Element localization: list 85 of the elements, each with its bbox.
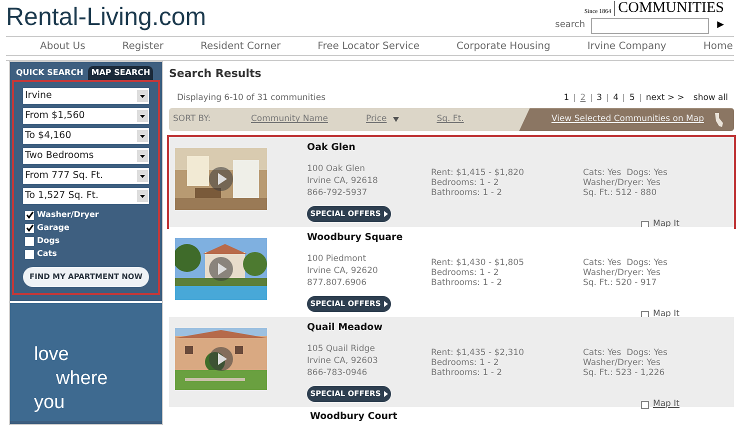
map-it-link[interactable]: Map It [653,218,680,231]
promo-banner[interactable]: love where you [10,301,162,421]
nav-link[interactable]: Free Locator Service [318,38,420,54]
map-it-link[interactable]: Map It [653,398,680,411]
results-summary: Displaying 6-10 of 31 communities [177,92,326,104]
map-it-link[interactable]: Map It [653,308,680,321]
page-link[interactable]: 1 [564,92,570,104]
nav-link[interactable]: Home [703,38,733,54]
dropdown[interactable]: From 777 Sq. Ft. [23,168,149,184]
feature-line: Cats: Yes Dogs: Yes [583,168,668,178]
play-icon[interactable] [208,256,234,282]
address-line: 105 Quail Ridge [307,342,376,354]
checkbox-label: Cats [37,248,57,260]
feature-line: Washer/Dryer: Yes [583,178,662,188]
dropdown[interactable]: Two Bedrooms [23,148,149,164]
checkbox-label: Garage [37,222,70,234]
detail-line: Bathrooms: 1 - 2 [431,278,504,288]
page-link[interactable]: 2 [580,92,586,104]
address-line: Irvine CA, 92618 [307,174,379,186]
listing-name[interactable]: Woodbury Square [307,231,431,246]
address-line: 877.807.6906 [307,276,368,288]
checkbox-label: Dogs [37,235,60,247]
nav-link[interactable]: Corporate Housing [456,38,550,54]
play-icon[interactable] [208,346,234,372]
checkbox[interactable] [25,210,34,220]
feature-line: Sq. Ft.: 512 - 880 [583,188,658,198]
nav-link[interactable]: Irvine Company [587,38,666,54]
map-link-bar[interactable]: View Selected Communities on Map [519,108,734,132]
address-line: 100 Piedmont [307,252,368,264]
detail-line: Bathrooms: 1 - 2 [431,188,504,198]
address-line: 866-792-5937 [307,186,368,198]
listing-name[interactable]: Woodbury Court [310,410,734,424]
sort-down-icon [392,117,399,122]
results-title: Search Results [169,66,262,82]
state-outline-icon [714,112,724,127]
brand-name: COMMUNITIES [614,1,724,16]
chevron-right-icon [384,390,388,396]
detail-line: Rent: $1,415 - $1,820 [431,168,525,178]
banner-text: you [34,391,66,415]
dropdown[interactable]: Irvine [23,88,149,104]
checkbox[interactable] [25,236,34,246]
next-link[interactable]: next > > [646,92,684,104]
dropdown[interactable]: To 1,527 Sq. Ft. [23,188,149,204]
listing-name[interactable]: Oak Glen [307,141,431,156]
page-link[interactable]: 3 [596,92,602,104]
sort-label: SORT BY: [173,113,212,126]
site-logo[interactable]: Rental-Living.com [6,2,206,34]
chevron-right-icon [384,300,388,306]
address-line: Irvine CA, 92620 [307,264,379,276]
banner-text: where [55,367,109,391]
page-link[interactable]: 4 [613,92,618,104]
detail-line: Bedrooms: 1 - 2 [431,358,500,368]
detail-line: Rent: $1,430 - $1,805 [431,258,525,268]
detail-line: Bathrooms: 1 - 2 [431,368,504,378]
nav-link[interactable]: Resident Corner [200,38,281,54]
feature-line: Cats: Yes Dogs: Yes [583,348,668,358]
feature-line: Cats: Yes Dogs: Yes [583,258,668,268]
chevron-right-icon [384,210,388,216]
listing-name[interactable]: Quail Meadow [307,321,431,336]
map-it-checkbox[interactable] [641,400,649,409]
feature-line: Washer/Dryer: Yes [583,358,662,368]
checkbox[interactable] [25,224,34,232]
address-line: Irvine CA, 92603 [307,354,379,366]
checkbox[interactable] [25,250,34,258]
search-button[interactable]: ▶ [717,19,724,33]
search-label: search [555,19,586,32]
page-link[interactable]: 5 [629,92,635,104]
search-tab[interactable]: MAP SEARCH [88,66,154,80]
banner-text: love [34,343,70,367]
nav-link[interactable]: Register [122,38,164,54]
nav-link[interactable]: About Us [40,38,86,54]
address-line: 866-783-0946 [307,366,368,378]
detail-line: Rent: $1,435 - $2,310 [431,348,525,358]
checkbox-label: Washer/Dryer [37,209,99,221]
feature-line: Sq. Ft.: 523 - 1,226 [583,368,666,378]
feature-line: Sq. Ft.: 520 - 917 [583,278,658,288]
search-field[interactable] [591,18,710,34]
feature-line: Washer/Dryer: Yes [583,268,662,278]
dropdown[interactable]: To $4,160 [23,128,149,144]
detail-line: Bedrooms: 1 - 2 [431,268,500,278]
show-all-link[interactable]: show all [693,92,728,104]
play-icon[interactable] [208,166,234,192]
detail-line: Bedrooms: 1 - 2 [431,178,500,188]
address-line: 100 Oak Glen [307,162,366,174]
dropdown[interactable]: From $1,560 [23,108,149,124]
